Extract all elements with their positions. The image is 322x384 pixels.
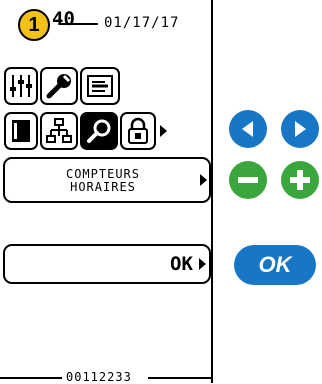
level-indicator: 40 bbox=[52, 8, 75, 30]
serial-number: 00112233 bbox=[66, 370, 132, 384]
ok-label: OK bbox=[170, 253, 193, 275]
arrow-left-icon bbox=[242, 121, 253, 137]
arrow-right-icon bbox=[295, 121, 306, 137]
left-button[interactable] bbox=[229, 110, 267, 148]
next-arrow-icon[interactable] bbox=[160, 125, 167, 137]
footer-bar: 00112233 bbox=[0, 370, 213, 384]
lock-icon[interactable] bbox=[120, 112, 156, 150]
search-icon[interactable] bbox=[80, 112, 118, 150]
wrench-icon[interactable] bbox=[40, 67, 78, 105]
device-screen: 1 40 01/17/17 COMPTEURS HORAIRES OK 0011… bbox=[0, 0, 219, 384]
status-bar: 1 40 01/17/17 bbox=[0, 0, 213, 50]
network-icon[interactable] bbox=[40, 112, 78, 150]
chevron-right-icon bbox=[200, 174, 207, 186]
divider-line bbox=[60, 23, 98, 25]
plus-icon bbox=[290, 170, 310, 190]
printer-icon[interactable] bbox=[80, 67, 120, 105]
sliders-icon[interactable] bbox=[4, 67, 38, 105]
right-button[interactable] bbox=[281, 110, 319, 148]
step-badge: 1 bbox=[18, 9, 50, 41]
ok-button[interactable]: OK bbox=[234, 245, 316, 285]
chevron-right-icon bbox=[199, 258, 206, 270]
footer-line-right bbox=[148, 377, 213, 379]
minus-icon bbox=[238, 177, 258, 183]
menu-item-compteurs-horaires[interactable]: COMPTEURS HORAIRES bbox=[3, 157, 211, 203]
plus-button[interactable] bbox=[281, 161, 319, 199]
footer-line-left bbox=[0, 377, 62, 379]
minus-button[interactable] bbox=[229, 161, 267, 199]
ok-menu-item[interactable]: OK bbox=[3, 244, 211, 284]
date-display: 01/17/17 bbox=[104, 15, 180, 31]
menu-item-label-line2: HORAIRES bbox=[70, 180, 136, 194]
document-icon[interactable] bbox=[4, 112, 38, 150]
